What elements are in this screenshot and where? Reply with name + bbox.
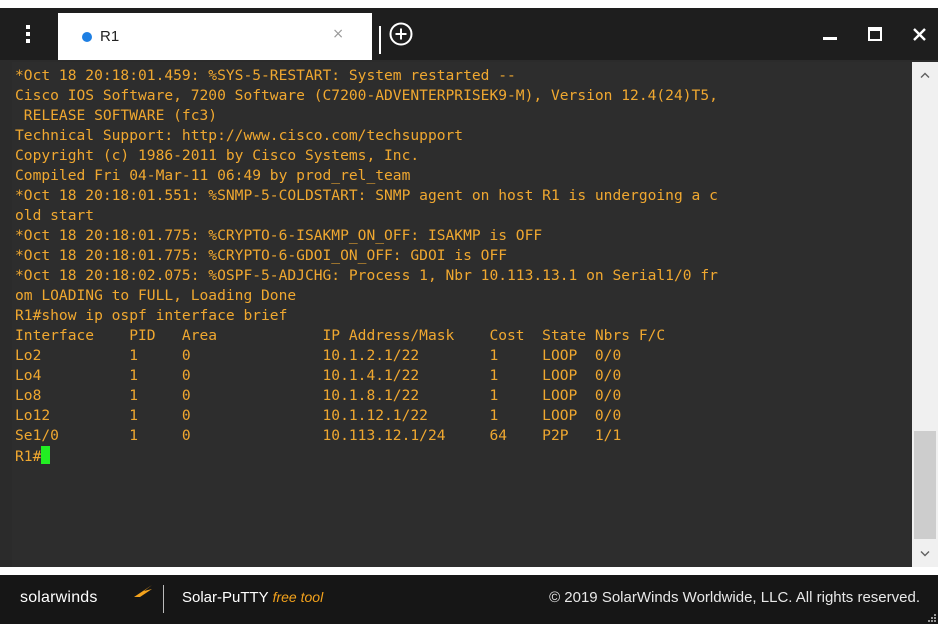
chevron-down-icon xyxy=(920,551,930,557)
terminal-line: Compiled Fri 04-Mar-11 06:49 by prod_rel… xyxy=(15,167,411,184)
footer-divider xyxy=(0,567,938,575)
terminal-line: Copyright (c) 1986-2011 by Cisco Systems… xyxy=(15,147,420,164)
solarwinds-logo[interactable]: solarwinds xyxy=(20,589,98,607)
terminal-line: *Oct 18 20:18:01.775: %CRYPTO-6-ISAKMP_O… xyxy=(15,227,543,244)
terminal-line: Lo12 1 0 10.1.12.1/22 1 LOOP 0/0 xyxy=(15,407,622,424)
footer-separator xyxy=(163,585,164,613)
terminal-line: *Oct 18 20:18:01.775: %CRYPTO-6-GDOI_ON_… xyxy=(15,247,508,264)
terminal-line: Lo4 1 0 10.1.4.1/22 1 LOOP 0/0 xyxy=(15,367,622,384)
close-button[interactable] xyxy=(896,8,938,60)
solarwinds-flame-icon xyxy=(134,585,152,597)
terminal-line: Cisco IOS Software, 7200 Software (C7200… xyxy=(15,87,718,104)
footer-bar: solarwinds Solar-PuTTY free tool © 2019 … xyxy=(0,575,938,624)
menu-kebab-icon xyxy=(26,25,30,43)
vertical-scrollbar[interactable] xyxy=(912,62,938,567)
scrollbar-thumb[interactable] xyxy=(914,431,936,539)
minimize-icon xyxy=(823,37,837,40)
product-name: Solar-PuTTY free tool xyxy=(182,589,323,606)
scroll-down-button[interactable] xyxy=(912,541,938,567)
close-icon xyxy=(912,27,926,41)
terminal-line: *Oct 18 20:18:01.551: %SNMP-5-COLDSTART:… xyxy=(15,187,718,204)
terminal-line: Interface PID Area IP Address/Mask Cost … xyxy=(15,327,666,344)
tab-divider xyxy=(379,26,381,54)
tab-r1[interactable]: R1 × xyxy=(58,13,372,60)
resize-grip-icon[interactable] xyxy=(928,614,936,622)
maximize-button[interactable] xyxy=(852,8,898,60)
copyright-text: © 2019 SolarWinds Worldwide, LLC. All ri… xyxy=(549,589,920,606)
tab-status-dot-icon xyxy=(82,31,92,42)
terminal-line: R1#show ip ospf interface brief xyxy=(15,307,288,324)
terminal-line: Lo2 1 0 10.1.2.1/22 1 LOOP 0/0 xyxy=(15,347,622,364)
new-tab-icon[interactable] xyxy=(388,21,414,47)
terminal-line: Technical Support: http://www.cisco.com/… xyxy=(15,127,464,144)
terminal-line: Se1/0 1 0 10.113.12.1/24 64 P2P 1/1 xyxy=(15,427,622,444)
terminal-prompt-line: R1# xyxy=(15,446,51,466)
top-strip xyxy=(0,0,938,8)
product-label: Solar-PuTTY xyxy=(182,589,269,606)
terminal-line: RELEASE SOFTWARE (fc3) xyxy=(15,107,218,124)
free-tool-label: free tool xyxy=(272,589,324,605)
terminal-output[interactable]: *Oct 18 20:18:01.459: %SYS-5-RESTART: Sy… xyxy=(12,62,912,567)
terminal-line: om LOADING to FULL, Loading Done xyxy=(15,287,297,304)
tab-label: R1 xyxy=(100,28,120,45)
terminal-line: *Oct 18 20:18:02.075: %OSPF-5-ADJCHG: Pr… xyxy=(15,267,718,284)
minimize-button[interactable] xyxy=(807,8,853,60)
maximize-icon xyxy=(868,27,882,41)
terminal-cursor xyxy=(41,446,51,464)
chevron-up-icon xyxy=(920,72,930,78)
terminal-prompt: R1# xyxy=(15,448,42,465)
terminal-line: old start xyxy=(15,207,95,224)
scroll-up-button[interactable] xyxy=(912,62,938,88)
close-icon[interactable]: × xyxy=(332,26,344,42)
menu-button[interactable] xyxy=(0,8,56,60)
title-bar: R1 × xyxy=(0,8,938,60)
terminal-line: Lo8 1 0 10.1.8.1/22 1 LOOP 0/0 xyxy=(15,387,622,404)
terminal-line: *Oct 18 20:18:01.459: %SYS-5-RESTART: Sy… xyxy=(15,67,516,84)
